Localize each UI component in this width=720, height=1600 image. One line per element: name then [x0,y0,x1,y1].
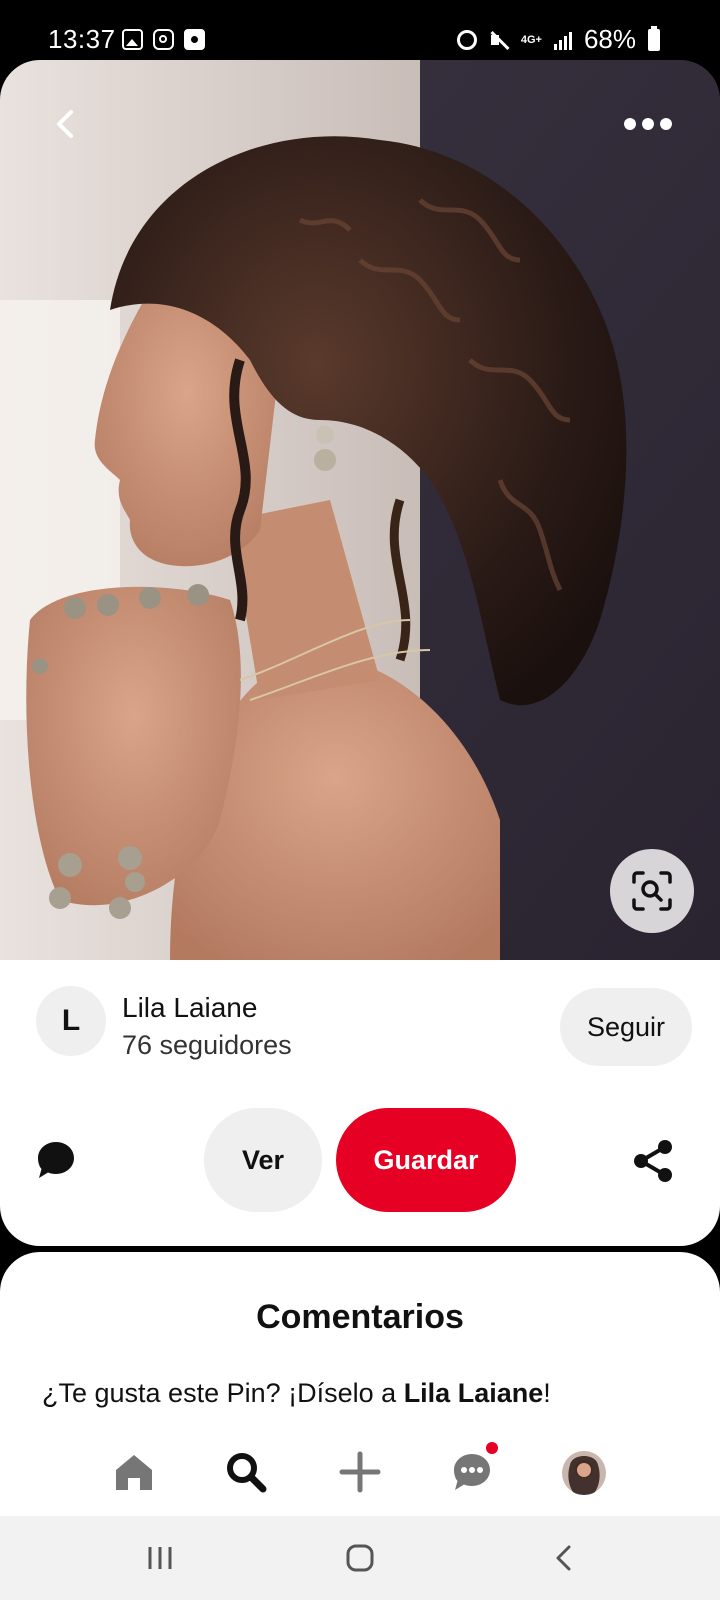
comments-prompt-text: ¿Te gusta este Pin? ¡Díselo a [42,1378,404,1408]
notification-icons [122,29,205,50]
messages-icon [454,1454,490,1490]
alarm-icon [456,29,477,50]
tab-profile[interactable] [562,1451,606,1495]
comments-title: Comentarios [256,1298,464,1336]
lens-search-icon [632,871,672,911]
system-navigation-bar [0,1516,720,1600]
home-system-button[interactable] [336,1534,384,1582]
battery-icon [648,25,660,51]
bottom-tab-bar [0,1420,720,1516]
battery-percent: 68% [583,24,636,54]
back-system-icon [556,1545,571,1571]
back-system-button[interactable] [540,1534,588,1582]
share-button[interactable] [630,1138,676,1184]
comments-prompt-end: ! [543,1378,551,1408]
comments-prompt[interactable]: ¿Te gusta este Pin? ¡Díselo a Lila Laian… [42,1378,551,1409]
more-options-button[interactable] [624,112,676,136]
comment-icon [38,1142,74,1178]
status-time: 13:37 [48,24,116,54]
view-button[interactable]: Ver [204,1108,322,1212]
recent-apps-icon [148,1547,172,1569]
follow-button[interactable]: Seguir [560,988,692,1066]
share-icon [634,1140,672,1182]
tab-home[interactable] [110,1448,158,1496]
chevron-left-icon [57,110,73,138]
tab-messages[interactable] [448,1448,496,1496]
visual-search-button[interactable] [610,849,694,933]
pin-info-panel: L Lila Laiane 76 seguidores Seguir Ver G… [0,960,720,1246]
profile-avatar [562,1451,606,1495]
signal-icon [553,30,572,50]
comments-prompt-name: Lila Laiane [403,1378,544,1408]
pin-image[interactable] [0,60,720,960]
creator-name[interactable]: Lila Laiane [122,992,257,1024]
gallery-notification-icon [122,29,143,50]
status-indicators: 4G+ 68% [456,24,660,55]
home-system-icon [346,1544,374,1572]
more-dot [624,118,636,130]
screen: 13:37 4G+ 68% L Lila Laiane 76 seguidore… [0,0,720,1600]
recent-apps-button[interactable] [136,1534,184,1582]
creator-followers: 76 seguidores [122,1030,292,1060]
creator-avatar[interactable]: L [36,986,106,1056]
status-bar: 13:37 4G+ 68% [0,0,720,62]
back-button[interactable] [46,104,86,144]
instagram-notification-icon [153,29,174,50]
save-button[interactable]: Guardar [336,1108,516,1212]
messages-notification-dot [486,1442,498,1454]
home-icon [116,1455,152,1490]
more-dot [642,118,654,130]
create-icon [339,1451,381,1493]
app-notification-icon [184,29,205,50]
search-icon [227,1453,267,1493]
more-dot [660,118,672,130]
tab-search[interactable] [222,1448,270,1496]
tab-create[interactable] [336,1448,384,1496]
comment-button[interactable] [34,1138,78,1182]
network-type: 4G+ [520,33,542,46]
pin-photo [0,60,720,960]
mute-icon [489,30,509,50]
